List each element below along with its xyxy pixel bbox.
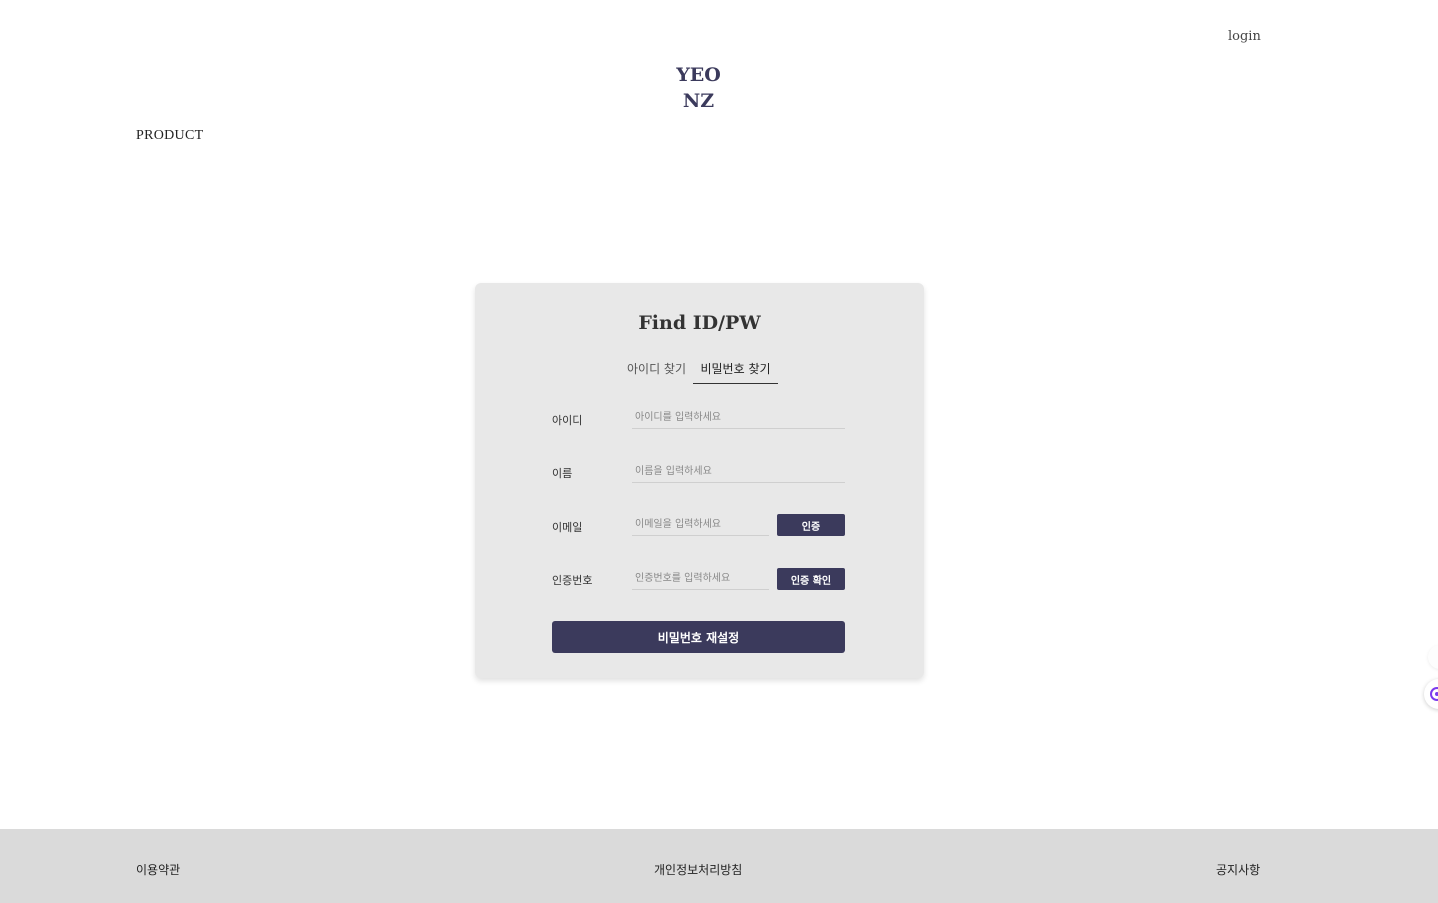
email-input[interactable] — [632, 514, 769, 536]
logo[interactable]: YEO NZ — [0, 62, 1397, 114]
card-title: Find ID/PW — [638, 312, 761, 334]
verification-code-label: 인증번호 — [552, 574, 593, 587]
find-account-card: Find ID/PW 아이디 찾기 비밀번호 찾기 아이디 이름 이메일 인증 … — [475, 283, 924, 678]
send-verification-button[interactable]: 인증 — [777, 514, 845, 536]
footer: 이용약관 개인정보처리방침 공지사항 — [0, 829, 1438, 903]
chat-widget-glyph — [1430, 687, 1438, 701]
id-label: 아이디 — [552, 414, 583, 427]
name-label: 이름 — [552, 467, 573, 480]
page: login YEO NZ PRODUCT Find ID/PW 아이디 찾기 비… — [0, 0, 1438, 903]
reset-password-button[interactable]: 비밀번호 재설정 — [552, 621, 845, 653]
login-link[interactable]: login — [1228, 29, 1261, 44]
logo-line-1: YEO — [676, 64, 721, 86]
confirm-verification-button[interactable]: 인증 확인 — [777, 568, 845, 590]
footer-terms-link[interactable]: 이용약관 — [136, 861, 180, 878]
verification-code-input[interactable] — [632, 568, 769, 590]
email-label: 이메일 — [552, 521, 583, 534]
footer-privacy-link[interactable]: 개인정보처리방침 — [654, 861, 742, 878]
tab-find-id[interactable]: 아이디 찾기 — [627, 360, 686, 383]
footer-notice-link[interactable]: 공지사항 — [1216, 861, 1260, 878]
nav-product-link[interactable]: PRODUCT — [136, 128, 203, 144]
name-input[interactable] — [632, 461, 845, 483]
id-input[interactable] — [632, 407, 845, 429]
side-widget-top[interactable] — [1428, 645, 1438, 669]
tab-find-password[interactable]: 비밀번호 찾기 — [693, 360, 778, 384]
logo-line-2: NZ — [682, 90, 715, 112]
chat-widget-icon[interactable] — [1424, 679, 1438, 709]
